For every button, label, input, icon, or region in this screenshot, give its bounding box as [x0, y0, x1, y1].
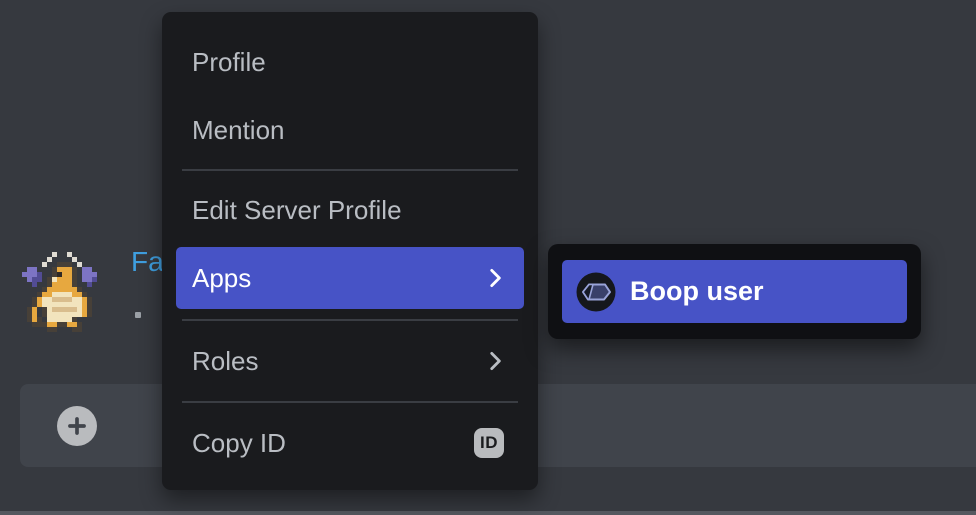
menu-divider [182, 169, 518, 171]
menu-item-roles[interactable]: Roles [176, 335, 524, 387]
plus-icon [64, 413, 90, 439]
chevron-right-icon [482, 265, 508, 291]
menu-item-apps[interactable]: Apps [176, 247, 524, 309]
attach-button[interactable] [57, 406, 97, 446]
dragonite-pixel-avatar [22, 252, 102, 332]
apps-submenu: Boop user [548, 244, 921, 339]
menu-item-label: Mention [192, 115, 285, 146]
id-badge-icon: ID [474, 428, 504, 458]
menu-item-label: Roles [192, 346, 258, 377]
menu-divider [182, 319, 518, 321]
menu-item-label: Profile [192, 47, 266, 78]
menu-item-label: Copy ID [192, 428, 286, 459]
menu-item-label: Edit Server Profile [192, 195, 402, 226]
submenu-item-label: Boop user [630, 276, 764, 307]
menu-item-copy-id[interactable]: Copy ID ID [176, 417, 524, 469]
window-bottom-edge [0, 511, 976, 515]
user-context-menu: Profile Mention Edit Server Profile Apps… [162, 12, 538, 490]
boop-app-icon [576, 272, 616, 312]
menu-item-profile[interactable]: Profile [176, 36, 524, 88]
menu-item-label: Apps [192, 263, 251, 294]
menu-item-edit-server-profile[interactable]: Edit Server Profile [176, 184, 524, 236]
menu-divider [182, 401, 518, 403]
discord-chat-screen: Fa M ot Profile Mention Edit Server Prof… [0, 0, 976, 515]
menu-item-mention[interactable]: Mention [176, 104, 524, 156]
message-fragment [135, 312, 141, 318]
submenu-item-boop-user[interactable]: Boop user [562, 260, 907, 323]
chevron-right-icon [482, 348, 508, 374]
message-username[interactable]: Fa [131, 246, 164, 278]
user-avatar[interactable] [22, 252, 102, 332]
